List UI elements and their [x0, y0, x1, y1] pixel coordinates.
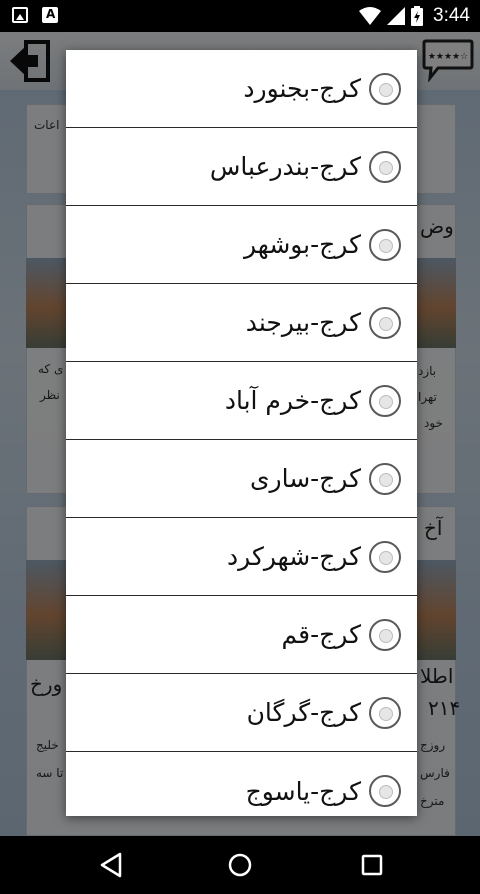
- route-option[interactable]: کرج-قم: [66, 596, 417, 674]
- radio-button[interactable]: [369, 150, 401, 183]
- status-bar: A 3:44: [0, 0, 480, 32]
- route-option-label: کرج-ساری: [249, 464, 361, 493]
- radio-button[interactable]: [369, 384, 401, 417]
- route-option-label: کرج-بیرجند: [245, 308, 361, 337]
- radio-button[interactable]: [369, 618, 401, 651]
- radio-button[interactable]: [369, 72, 401, 105]
- image-notification-icon: [12, 7, 28, 23]
- radio-button[interactable]: [369, 462, 401, 495]
- battery-icon: [411, 6, 424, 26]
- radio-button[interactable]: [369, 306, 401, 339]
- signal-icon: [387, 7, 406, 25]
- route-option[interactable]: کرج-شهرکرد: [66, 518, 417, 596]
- radio-button[interactable]: [369, 540, 401, 573]
- route-option-label: کرج-بجنورد: [243, 74, 361, 103]
- radio-button[interactable]: [369, 228, 401, 261]
- radio-button[interactable]: [369, 696, 401, 729]
- nav-back-icon[interactable]: [96, 850, 126, 880]
- clock: 3:44: [433, 5, 470, 26]
- route-option-label: کرج-شهرکرد: [227, 542, 361, 571]
- route-option[interactable]: کرج-یاسوج: [66, 752, 417, 816]
- route-option[interactable]: کرج-خرم آباد: [66, 362, 417, 440]
- wifi-icon: [359, 7, 382, 25]
- route-option-label: کرج-گرگان: [246, 698, 361, 727]
- route-option[interactable]: کرج-بیرجند: [66, 284, 417, 362]
- route-option[interactable]: کرج-بوشهر: [66, 206, 417, 284]
- route-option-label: کرج-یاسوج: [245, 776, 361, 806]
- route-option-label: کرج-خرم آباد: [224, 386, 361, 415]
- route-option[interactable]: کرج-بجنورد: [66, 50, 417, 128]
- nav-recents-icon[interactable]: [357, 850, 387, 880]
- route-option-label: کرج-بندرعباس: [209, 152, 361, 181]
- navigation-bar: [0, 836, 480, 894]
- route-option[interactable]: کرج-بندرعباس: [66, 128, 417, 206]
- route-option[interactable]: کرج-ساری: [66, 440, 417, 518]
- route-option[interactable]: کرج-گرگان: [66, 674, 417, 752]
- route-option-label: کرج-قم: [281, 620, 361, 649]
- radio-button[interactable]: [369, 775, 401, 807]
- route-option-label: کرج-بوشهر: [244, 230, 361, 259]
- route-picker-dialog: کرج-بجنورد کرج-بندرعباس کرج-بوشهر کرج-بی…: [66, 50, 417, 816]
- app-notification-icon: A: [42, 7, 58, 23]
- nav-home-icon[interactable]: [225, 850, 255, 880]
